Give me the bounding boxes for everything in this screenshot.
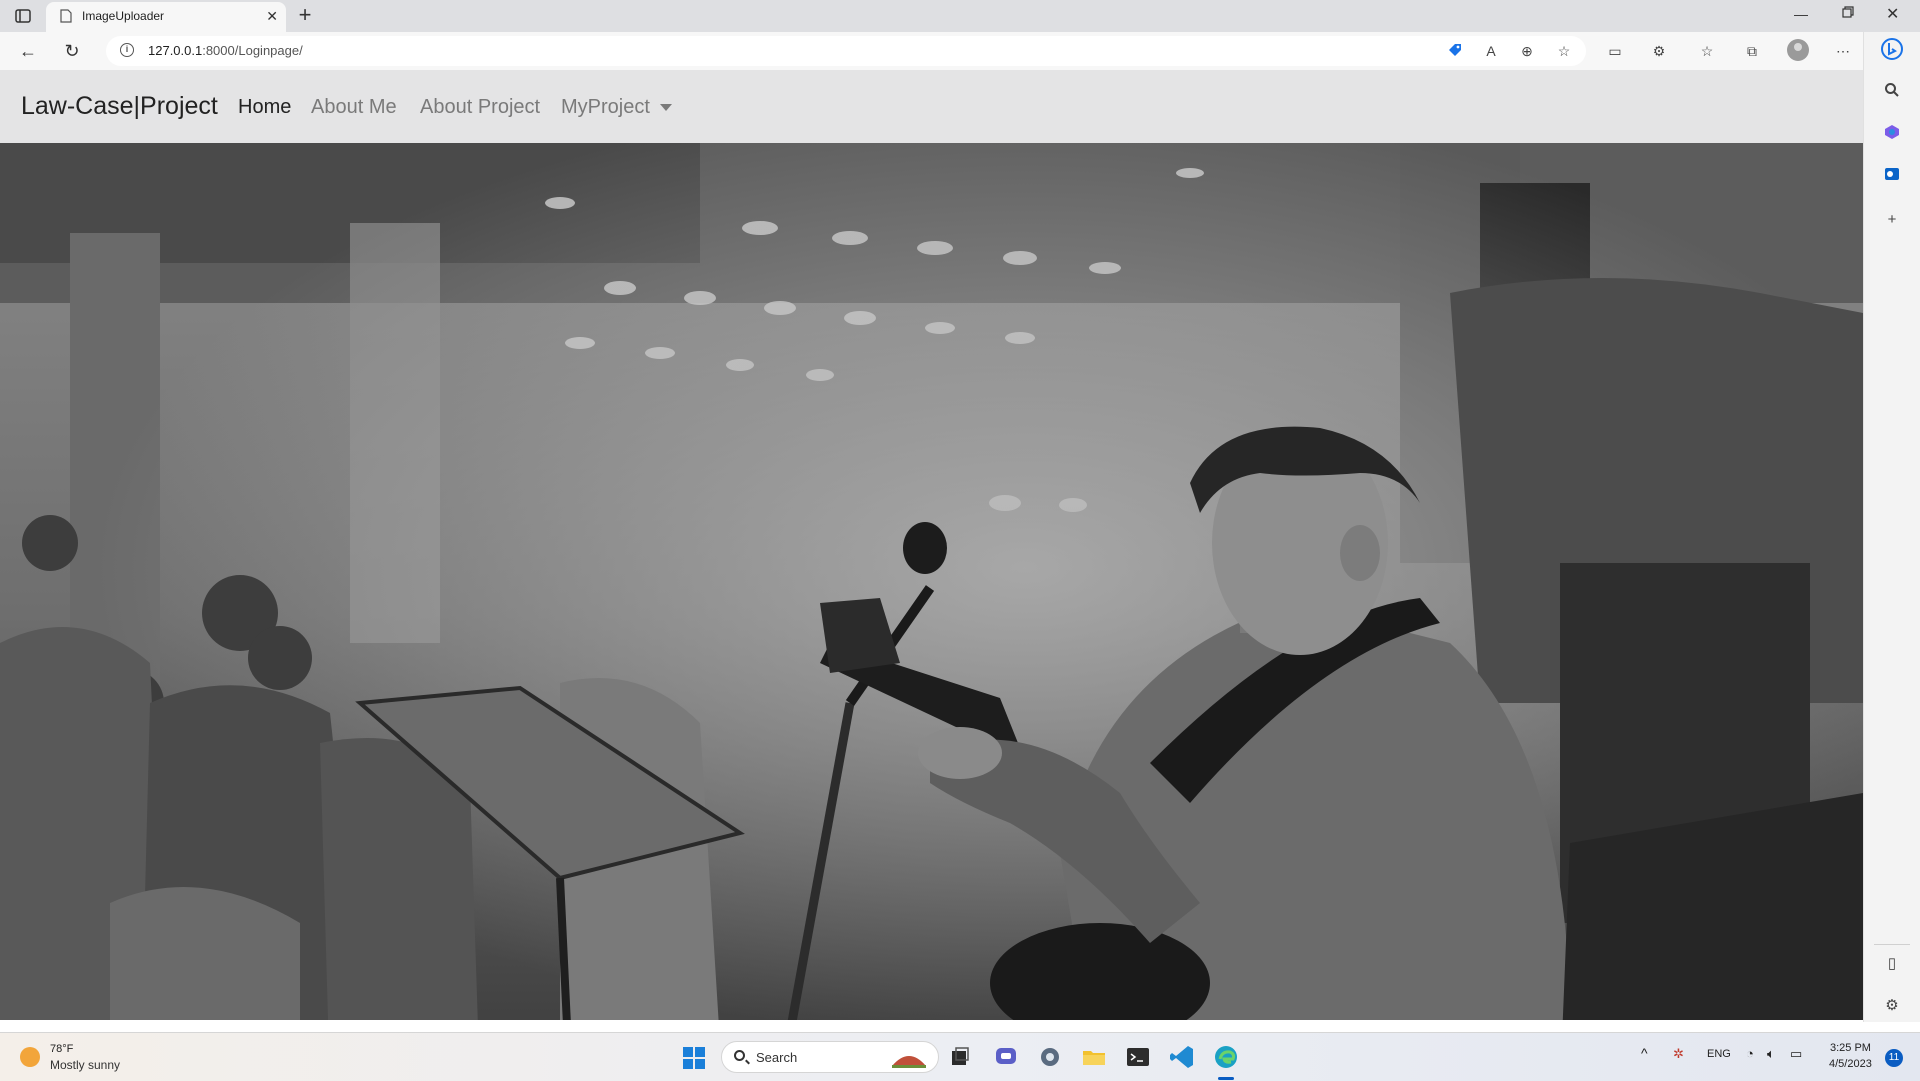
new-tab-icon[interactable]: + (292, 4, 318, 28)
terminal-icon[interactable] (1124, 1043, 1152, 1071)
volume-icon[interactable]: 🔈︎ (1767, 1046, 1775, 1062)
hero-background-image (0, 143, 1863, 1020)
vscode-icon[interactable] (1168, 1043, 1196, 1071)
restore-icon[interactable] (1842, 5, 1854, 18)
settings-gear-icon[interactable] (1036, 1043, 1064, 1071)
web-page: Law-Case|Project Home About Me About Pro… (0, 70, 1863, 1020)
sidebar-settings-icon[interactable]: ⚙ (1882, 996, 1902, 1016)
sidebar-search-icon[interactable] (1882, 82, 1902, 102)
url-text[interactable]: 127.0.0.1:8000/Loginpage/ (148, 43, 303, 58)
back-arrow-icon[interactable]: ← (16, 40, 40, 62)
tray-overflow-chevron-icon[interactable]: ^ (1641, 1045, 1648, 1061)
sidebar-divider (1874, 944, 1910, 945)
favorites-icon[interactable]: ☆ (1698, 42, 1716, 60)
collections-icon[interactable]: ⧉ (1743, 42, 1761, 60)
read-aloud-icon[interactable]: A (1482, 42, 1500, 60)
task-view-icon[interactable] (946, 1043, 974, 1071)
tab-actions-icon[interactable] (12, 7, 34, 25)
search-highlight-icon (888, 1046, 930, 1070)
shopping-tag-icon[interactable] (1446, 42, 1464, 60)
browser-tab[interactable]: ImageUploader ✕ (46, 2, 286, 32)
taskbar-search-label: Search (756, 1050, 798, 1065)
sidebar-tools-icon[interactable] (1882, 124, 1902, 144)
url-path: :8000/Loginpage/ (202, 43, 303, 58)
extensions-icon[interactable]: ⚙ (1650, 42, 1668, 60)
taskbar-search-box[interactable]: Search (721, 1041, 939, 1073)
bing-copilot-icon[interactable] (1881, 38, 1903, 60)
nav-home-link[interactable]: Home (238, 96, 291, 119)
nav-myproject-label: MyProject (561, 96, 650, 118)
caret-down-icon (659, 104, 672, 112)
battery-icon[interactable]: ▭ (1790, 1046, 1802, 1062)
more-menu-icon[interactable]: ⋯ (1834, 42, 1852, 60)
page-icon (60, 9, 72, 23)
edge-browser-icon[interactable] (1212, 1043, 1240, 1071)
minimize-icon[interactable]: — (1794, 6, 1808, 22)
tab-close-icon[interactable]: ✕ (266, 8, 278, 25)
window-close-icon[interactable]: ✕ (1886, 4, 1899, 24)
wifi-icon[interactable]: ◔ (1746, 1046, 1754, 1061)
clock-time[interactable]: 3:25 PM (1830, 1042, 1871, 1054)
weather-sun-icon[interactable] (20, 1047, 40, 1067)
language-indicator[interactable]: ENG (1707, 1048, 1731, 1060)
browser-sidebar: + ▯ ⚙ (1863, 32, 1920, 1022)
weather-temperature[interactable]: 78°F (50, 1043, 73, 1055)
site-navbar: Law-Case|Project Home About Me About Pro… (0, 70, 1863, 143)
profile-avatar[interactable] (1787, 39, 1809, 61)
file-explorer-icon[interactable] (1080, 1043, 1108, 1071)
search-icon (734, 1050, 745, 1061)
site-brand[interactable]: Law-Case|Project (21, 92, 218, 121)
reading-view-icon[interactable]: ▭ (1606, 42, 1624, 60)
tray-app-icon[interactable]: ✲ (1673, 1046, 1684, 1062)
add-sidebar-app-icon[interactable]: + (1882, 210, 1902, 230)
add-favorite-icon[interactable]: ☆ (1555, 42, 1573, 60)
windows-start-icon[interactable] (683, 1047, 705, 1069)
address-toolbar: ← ↻ i 127.0.0.1:8000/Loginpage/ A ⊕ ☆ ▭ … (0, 32, 1920, 71)
hide-sidebar-icon[interactable]: ▯ (1882, 954, 1902, 974)
zoom-icon[interactable]: ⊕ (1518, 42, 1536, 60)
address-bar[interactable]: i 127.0.0.1:8000/Loginpage/ (106, 36, 1586, 66)
tab-title: ImageUploader (82, 9, 165, 23)
clock-date[interactable]: 4/5/2023 (1829, 1058, 1872, 1070)
url-host: 127.0.0.1 (148, 43, 203, 58)
outlook-icon[interactable] (1882, 166, 1902, 186)
teams-chat-icon[interactable] (992, 1043, 1020, 1071)
nav-about-project-link[interactable]: About Project (420, 96, 540, 119)
nav-myproject-dropdown[interactable]: MyProject (561, 96, 672, 119)
notification-count-badge[interactable]: 11 (1885, 1049, 1903, 1067)
refresh-icon[interactable]: ↻ (60, 40, 84, 62)
site-info-icon[interactable]: i (120, 43, 134, 57)
nav-about-me-link[interactable]: About Me (311, 96, 397, 119)
windows-taskbar: 78°F Mostly sunny Search ^ ✲ ENG ◔ 🔈︎ ▭ … (0, 1032, 1920, 1081)
browser-tab-bar: ImageUploader ✕ + — ✕ (0, 0, 1920, 32)
weather-description[interactable]: Mostly sunny (50, 1058, 120, 1072)
